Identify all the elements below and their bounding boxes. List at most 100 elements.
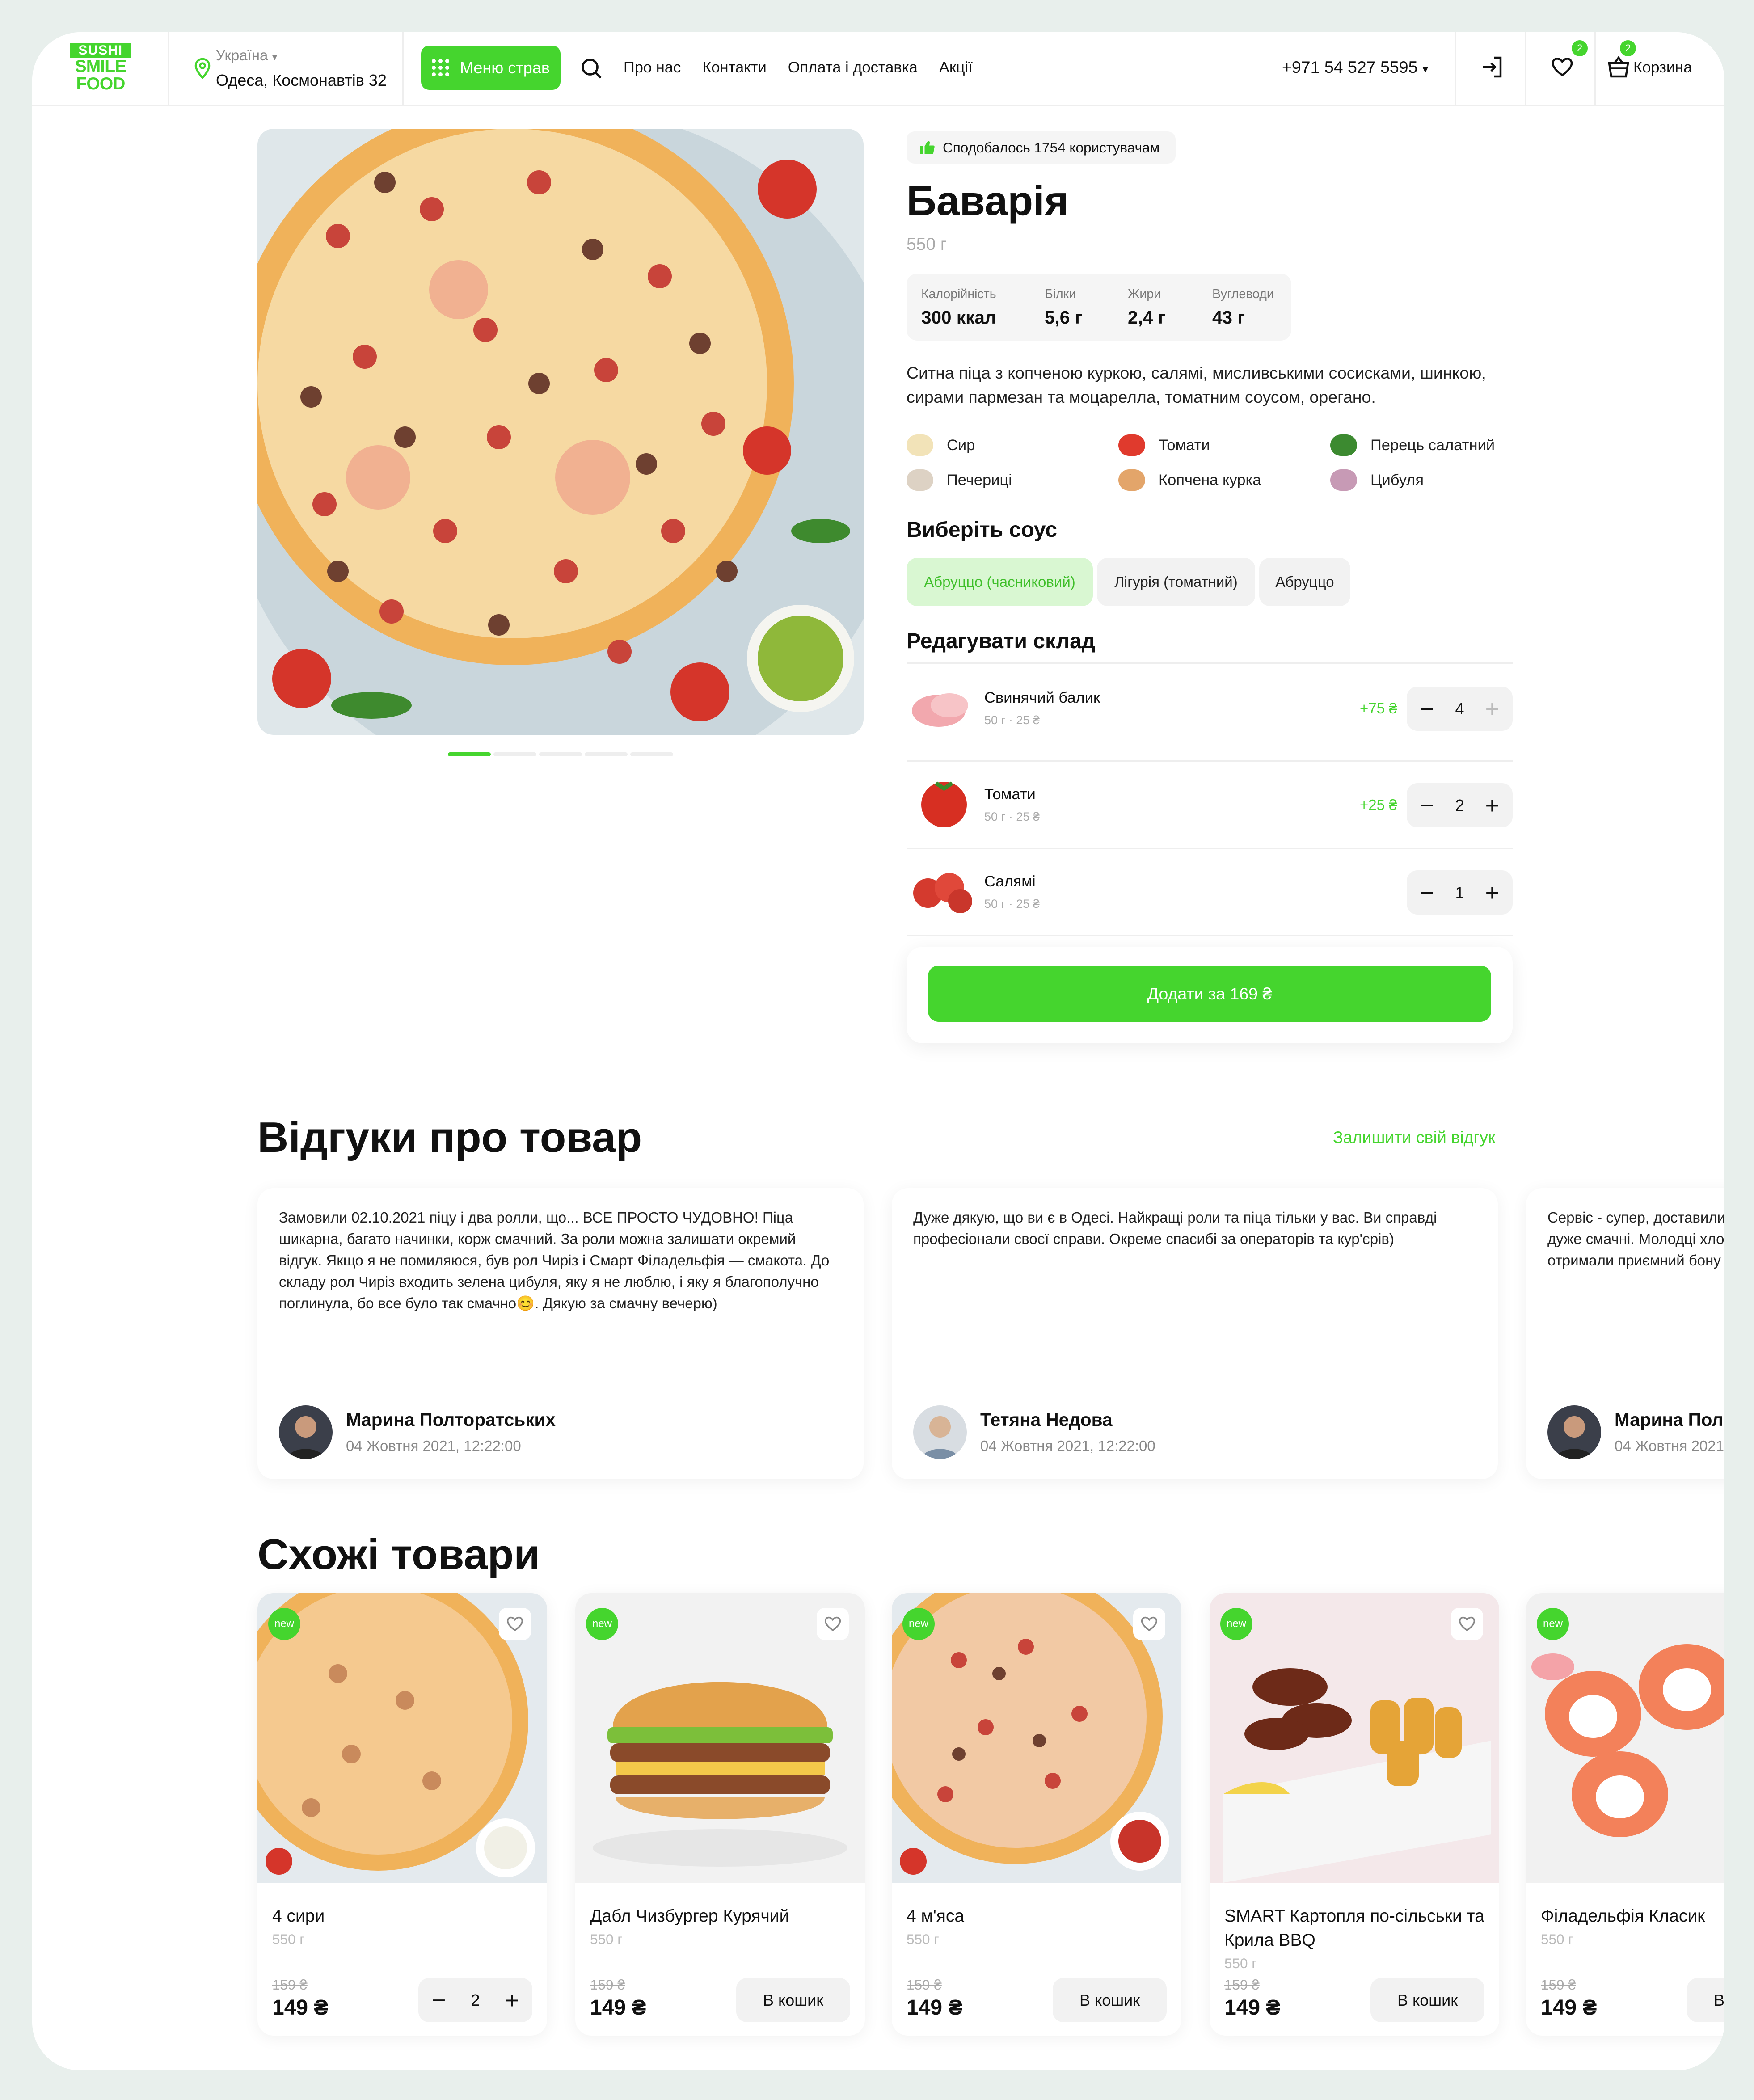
nav-contacts[interactable]: Контакти [702, 59, 767, 76]
add-to-cart-panel: Додати за 169 ₴ [907, 947, 1513, 1043]
favorite-button[interactable] [1133, 1608, 1165, 1640]
favorite-button[interactable] [499, 1608, 531, 1640]
logo-line-3: FOOD [76, 74, 125, 93]
add-to-cart-button[interactable]: Додати за 169 ₴ [928, 966, 1491, 1022]
addition-details: 50 г · 25 ₴ [984, 810, 1040, 823]
address-label[interactable]: Одеса, Космонавтів 32 [216, 71, 387, 90]
logo-line-1: SUSHI [70, 43, 131, 58]
chevron-down-icon: ▾ [272, 51, 278, 63]
addition-price: +25 ₴ [1360, 797, 1397, 813]
minus-button[interactable]: − [1420, 793, 1434, 818]
review-text: Сервіс - супер, доставили дуже смачні. М… [1547, 1209, 1724, 1269]
country-select[interactable]: Україна ▾ [216, 47, 278, 64]
plus-button[interactable]: + [1485, 793, 1499, 818]
product-image[interactable] [257, 129, 864, 735]
plus-button[interactable]: + [1485, 881, 1499, 905]
nutrition-fat: Жири 2,4 г [1128, 287, 1165, 328]
ingredient-label: Цибуля [1370, 471, 1424, 489]
quantity-value: 2 [1455, 796, 1464, 814]
sauce-option-abruzzo-garlic[interactable]: Абруццо (часниковий) [907, 558, 1093, 606]
pork-balyk-image [912, 693, 968, 727]
quantity-value: 1 [1455, 883, 1464, 902]
plus-button[interactable]: + [505, 1986, 519, 2014]
ingredient-cheese: Сир [907, 434, 975, 456]
product-name: 4 сири [272, 1906, 325, 1926]
nav-promotions[interactable]: Акції [939, 59, 973, 76]
divider [168, 32, 169, 105]
divider [907, 848, 1513, 849]
nav-payment-delivery[interactable]: Оплата і доставка [788, 59, 918, 76]
nutrition-value: 300 ккал [921, 307, 996, 328]
tomato-image [921, 781, 967, 827]
edit-composition-title: Редагувати склад [907, 629, 1096, 653]
price: 149 ₴ [272, 1996, 329, 2020]
new-badge: new [1537, 1608, 1569, 1640]
addition-details: 50 г · 25 ₴ [984, 713, 1040, 727]
onion-icon [1330, 469, 1357, 491]
pizza-image [257, 129, 864, 735]
minus-button[interactable]: − [432, 1986, 446, 2014]
gallery-dot[interactable] [630, 752, 673, 756]
old-price: 159 ₴ [590, 1977, 625, 1993]
ingredient-onion: Цибуля [1330, 469, 1424, 491]
new-badge: new [268, 1608, 300, 1640]
basket-icon[interactable] [1608, 55, 1629, 79]
nutrition-value: 2,4 г [1128, 307, 1166, 328]
main-nav: Про нас Контакти Оплата і доставка Акції [624, 59, 973, 76]
sauce-option-abruzzo[interactable]: Абруццо [1259, 558, 1350, 606]
product-card[interactable]: new SMART Картопля по-сільськи та Крила … [1210, 1593, 1499, 2036]
addition-name: Томати [984, 786, 1036, 803]
plus-button[interactable]: + [1485, 697, 1499, 721]
phone-select[interactable]: +971 54 527 5595 ▾ [1282, 58, 1428, 77]
minus-button[interactable]: − [1420, 881, 1434, 905]
similar-title: Схожі товари [257, 1531, 540, 1578]
sauce-option-liguria[interactable]: Лігурія (томатний) [1097, 558, 1255, 606]
old-price: 159 ₴ [1541, 1977, 1576, 1993]
nav-about[interactable]: Про нас [624, 59, 681, 76]
ingredient-label: Перець салатний [1370, 436, 1495, 454]
divider [907, 760, 1513, 762]
likes-badge: Сподобалось 1754 користувачам [907, 131, 1176, 164]
minus-button[interactable]: − [1420, 697, 1434, 721]
gallery-dot[interactable] [539, 752, 582, 756]
review-date: 04 Жовтня 2021, 12:22:00 [980, 1438, 1155, 1454]
logo[interactable]: SUSHI SMILE FOOD [70, 43, 131, 94]
product-card[interactable]: new Дабл Чизбургер Курячий 550 г 159 ₴ 1… [575, 1593, 865, 2036]
add-to-cart-button[interactable]: В кошик [1687, 1978, 1724, 2022]
quantity-value: 2 [471, 1990, 480, 2009]
product-name: 4 м'яса [907, 1906, 965, 1926]
gallery-dot[interactable] [448, 752, 491, 756]
review-author: Марина Полт [1615, 1409, 1724, 1430]
add-to-cart-button[interactable]: В кошик [1370, 1978, 1484, 2022]
quantity-stepper: − 2 + [1407, 783, 1513, 827]
ingredient-chicken: Копчена курка [1118, 469, 1261, 491]
heart-icon[interactable] [1550, 55, 1574, 79]
price: 149 ₴ [907, 1996, 963, 2020]
old-price: 159 ₴ [1224, 1977, 1260, 1993]
search-icon[interactable] [581, 58, 602, 79]
nutrition-carbs: Вуглеводи 43 г [1212, 287, 1274, 328]
new-badge: new [586, 1608, 618, 1640]
gallery-dot[interactable] [493, 752, 536, 756]
review-card: Замовили 02.10.2021 піцу і два ролли, що… [257, 1188, 864, 1479]
nutrition-value: 43 г [1212, 307, 1245, 328]
cart-label[interactable]: Корзина [1633, 59, 1692, 76]
review-card: Сервіс - супер, доставили дуже смачні. М… [1526, 1188, 1724, 1479]
nutrition-label: Калорійність [921, 287, 996, 301]
gallery-dot[interactable] [585, 752, 628, 756]
add-to-cart-button[interactable]: В кошик [736, 1978, 850, 2022]
grid-icon [432, 59, 450, 76]
product-card[interactable]: new 4 м'яса 550 г 159 ₴ 149 ₴ В кошик [892, 1593, 1181, 2036]
ingredient-mushroom: Печериці [907, 469, 1012, 491]
product-card[interactable]: new 4 сири 550 г 159 ₴ 149 ₴ − 2 + [257, 1593, 547, 2036]
product-card[interactable]: new Філадельфія Класик 550 г 159 ₴ 149 ₴… [1526, 1593, 1724, 2036]
leave-review-link[interactable]: Залишити свій відгук [1333, 1128, 1495, 1147]
favorite-button[interactable] [817, 1608, 849, 1640]
ingredient-label: Томати [1159, 436, 1210, 454]
divider [1594, 32, 1596, 105]
favorite-button[interactable] [1451, 1608, 1483, 1640]
menu-button[interactable]: Меню страв [421, 46, 561, 90]
review-card: Дуже дякую, що ви є в Одесі. Найкращі ро… [892, 1188, 1498, 1479]
add-to-cart-button[interactable]: В кошик [1053, 1978, 1167, 2022]
login-icon[interactable] [1480, 55, 1505, 79]
